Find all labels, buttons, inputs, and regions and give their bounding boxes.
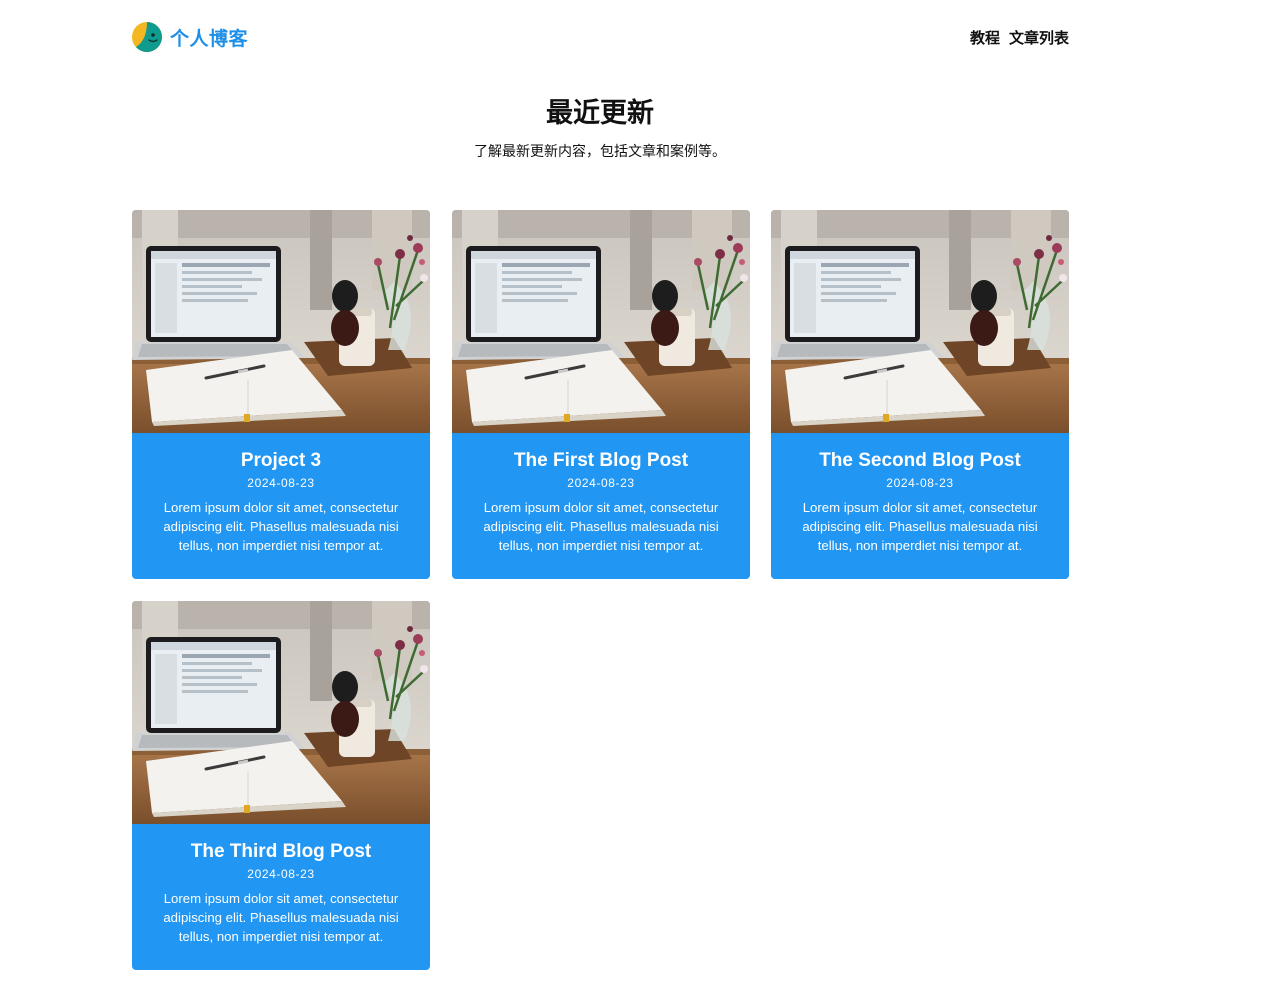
brand-name: 个人博客 xyxy=(170,27,249,50)
card-body: The First Blog Post 2024-08-23 Lorem ips… xyxy=(452,433,750,555)
card-title: Project 3 xyxy=(240,450,322,471)
card-title: The First Blog Post xyxy=(513,450,689,471)
card-date: 2024-08-23 xyxy=(567,476,635,490)
post-card-third-blog-post[interactable]: The Third Blog Post 2024-08-23 Lorem ips… xyxy=(132,601,430,970)
card-title: The Second Blog Post xyxy=(819,450,1021,471)
card-excerpt: Lorem ipsum dolor sit amet, consectetur … xyxy=(483,500,719,553)
card-body: Project 3 2024-08-23 Lorem ipsum dolor s… xyxy=(132,433,430,555)
card-excerpt: Lorem ipsum dolor sit amet, consectetur … xyxy=(163,891,399,944)
card-date: 2024-08-23 xyxy=(247,867,315,881)
page-subtitle: 了解最新更新内容，包括文章和案例等。 xyxy=(474,144,726,160)
brand-link[interactable]: 个人博客 xyxy=(132,22,248,52)
card-body: The Second Blog Post 2024-08-23 Lorem ip… xyxy=(771,433,1069,555)
smiling-face-logo-icon xyxy=(132,22,162,52)
hero-section: 最近更新 了解最新更新内容，包括文章和案例等。 xyxy=(0,96,1200,162)
nav-item-tutorials[interactable]: 教程 xyxy=(970,27,1000,48)
laptop-notebook-photo-icon xyxy=(132,601,430,824)
post-card-project-3[interactable]: Project 3 2024-08-23 Lorem ipsum dolor s… xyxy=(132,210,430,579)
laptop-notebook-photo-icon xyxy=(452,210,750,433)
laptop-notebook-photo-icon xyxy=(771,210,1069,433)
card-excerpt: Lorem ipsum dolor sit amet, consectetur … xyxy=(802,500,1038,553)
post-card-second-blog-post[interactable]: The Second Blog Post 2024-08-23 Lorem ip… xyxy=(771,210,1069,579)
card-excerpt: Lorem ipsum dolor sit amet, consectetur … xyxy=(163,500,399,553)
nav-item-article-list[interactable]: 文章列表 xyxy=(1009,27,1069,48)
card-body: The Third Blog Post 2024-08-23 Lorem ips… xyxy=(132,824,430,946)
site-header: 个人博客 教程 文章列表 xyxy=(132,22,1069,54)
main-nav: 教程 文章列表 xyxy=(970,27,1069,48)
laptop-notebook-photo-icon xyxy=(132,210,430,433)
card-date: 2024-08-23 xyxy=(247,476,315,490)
card-date: 2024-08-23 xyxy=(886,476,954,490)
card-title: The Third Blog Post xyxy=(190,841,372,862)
page-title: 最近更新 xyxy=(546,98,654,129)
post-card-first-blog-post[interactable]: The First Blog Post 2024-08-23 Lorem ips… xyxy=(452,210,750,579)
